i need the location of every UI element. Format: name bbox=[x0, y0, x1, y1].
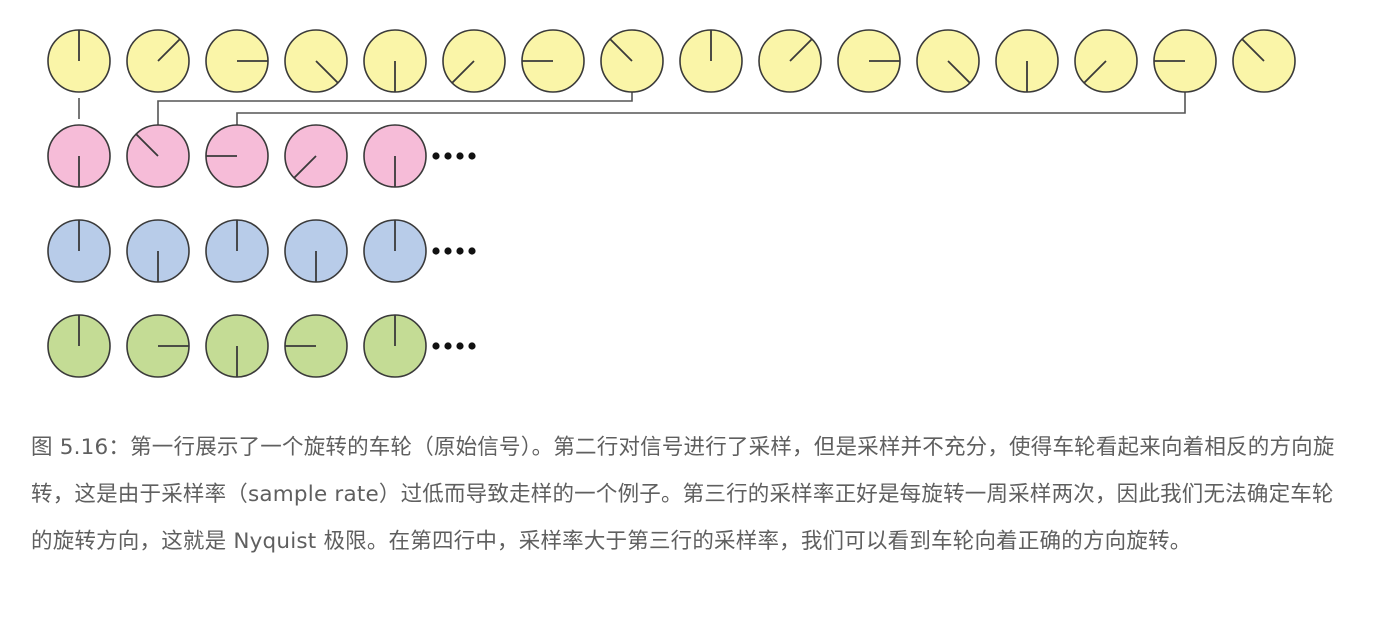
wheel bbox=[126, 29, 190, 93]
continuation-dots bbox=[432, 152, 476, 160]
wheel bbox=[205, 124, 269, 188]
wheel bbox=[363, 219, 427, 283]
ellipsis-dot bbox=[444, 152, 452, 160]
ellipsis-dot bbox=[456, 247, 464, 255]
wheel bbox=[363, 314, 427, 378]
wheel bbox=[284, 314, 348, 378]
wheel bbox=[205, 219, 269, 283]
ellipsis-dot bbox=[468, 342, 476, 350]
wheel bbox=[47, 219, 111, 283]
wheel bbox=[126, 219, 190, 283]
sample-connector bbox=[157, 92, 633, 125]
sample-connector bbox=[236, 92, 1186, 125]
oversampled-row bbox=[47, 314, 476, 378]
ellipsis-dot bbox=[432, 342, 440, 350]
ellipsis-dot bbox=[444, 342, 452, 350]
wheel bbox=[284, 124, 348, 188]
wheel bbox=[600, 29, 664, 93]
wheel bbox=[363, 29, 427, 93]
continuation-dots bbox=[432, 247, 476, 255]
ellipsis-dot bbox=[432, 152, 440, 160]
ellipsis-dot bbox=[468, 152, 476, 160]
wheel bbox=[47, 124, 111, 188]
sampling-connectors bbox=[78, 92, 1186, 125]
wheel-rows bbox=[47, 29, 1296, 378]
ellipsis-dot bbox=[456, 342, 464, 350]
wheel bbox=[995, 29, 1059, 93]
wheel bbox=[442, 29, 506, 93]
wheel bbox=[837, 29, 901, 93]
nyquist-row bbox=[47, 219, 476, 283]
continuation-dots bbox=[432, 342, 476, 350]
figure-caption: 图 5.16：第一行展示了一个旋转的车轮（原始信号）。第二行对信号进行了采样，但… bbox=[31, 435, 1335, 554]
wheel bbox=[916, 29, 980, 93]
ellipsis-dot bbox=[432, 247, 440, 255]
wheel bbox=[126, 314, 190, 378]
original-signal-row bbox=[47, 29, 1296, 93]
ellipsis-dot bbox=[444, 247, 452, 255]
ellipsis-dot bbox=[456, 152, 464, 160]
wheel bbox=[284, 29, 348, 93]
wheel bbox=[47, 314, 111, 378]
wheel bbox=[521, 29, 585, 93]
wheel bbox=[205, 29, 269, 93]
undersampled-row bbox=[47, 124, 476, 188]
wheel bbox=[758, 29, 822, 93]
wheel bbox=[363, 124, 427, 188]
wheel bbox=[284, 219, 348, 283]
ellipsis-dot bbox=[468, 247, 476, 255]
wheel bbox=[47, 29, 111, 93]
wheel bbox=[126, 124, 190, 188]
wheel bbox=[679, 29, 743, 93]
wheel bbox=[1074, 29, 1138, 93]
wheel bbox=[1232, 29, 1296, 93]
wheel bbox=[1153, 29, 1217, 93]
wheel-sampling-figure bbox=[47, 29, 1296, 378]
wheel bbox=[205, 314, 269, 378]
